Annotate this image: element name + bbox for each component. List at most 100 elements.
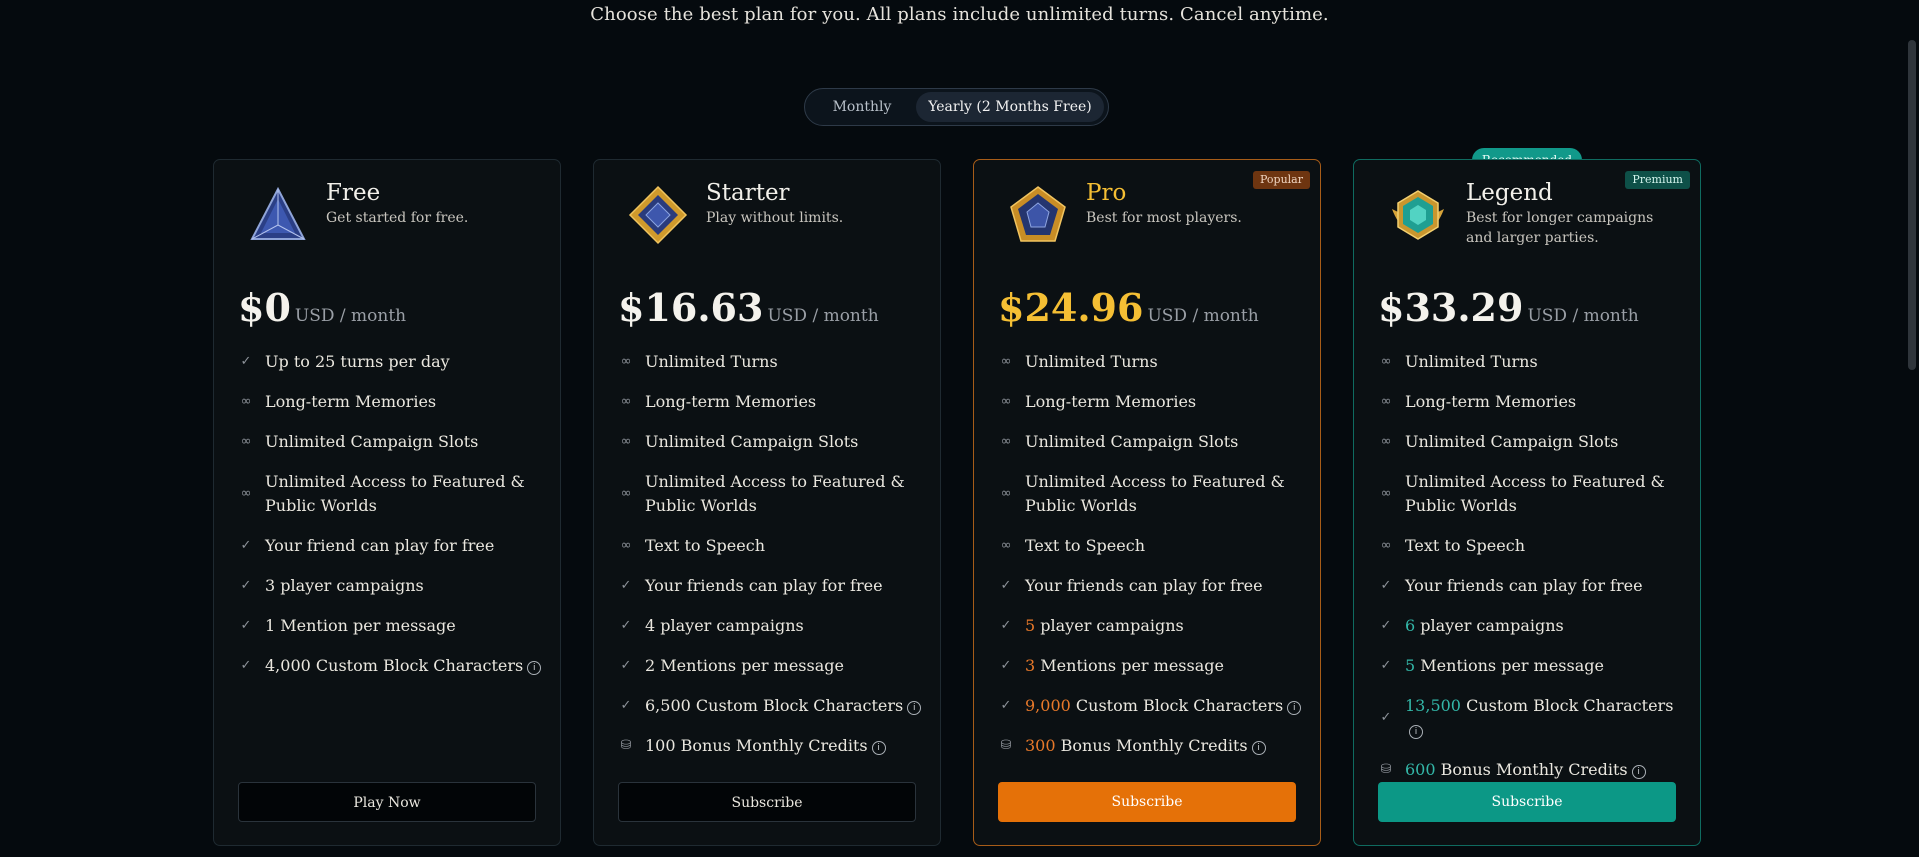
infinity-icon: ∞ (1000, 394, 1012, 409)
pentagon-gem-icon (1010, 186, 1066, 242)
feature-value: 6 (1405, 616, 1416, 635)
feature-item: ✓ 4 player campaigns (618, 614, 923, 638)
feature-item: ✓ 5 Mentions per message (1378, 654, 1683, 678)
check-icon: ✓ (620, 618, 632, 633)
feature-item: ∞ Unlimited Campaign Slots (238, 430, 543, 454)
plan-name: Legend (1466, 180, 1553, 206)
check-icon: ✓ (1000, 698, 1012, 713)
feature-item: ∞ Unlimited Turns (998, 350, 1303, 374)
coins-icon: ⛁ (1380, 762, 1392, 777)
page-subtitle: Choose the best plan for you. All plans … (590, 4, 1329, 25)
check-icon: ✓ (1380, 658, 1392, 673)
plan-tagline: Best for most players. (1086, 210, 1242, 226)
feature-item: ✓ Your friends can play for free (618, 574, 923, 598)
feature-item: ✓ 4,000 Custom Block Characters i (238, 654, 543, 678)
price-row: $33.29 USD / month (1378, 285, 1639, 330)
info-icon[interactable]: i (527, 661, 542, 675)
info-icon[interactable]: i (907, 701, 922, 715)
infinity-icon: ∞ (620, 538, 632, 553)
check-icon: ✓ (1000, 658, 1012, 673)
plan-name: Free (326, 180, 381, 206)
feature-list: ∞ Unlimited Turns ∞ Long-term Memories ∞ Un… (618, 350, 923, 774)
billing-toggle[interactable]: Monthly Yearly (2 Months Free) (804, 88, 1109, 126)
info-icon[interactable]: i (871, 741, 886, 755)
infinity-icon: ∞ (1000, 354, 1012, 369)
plan-tagline: Best for longer campaigns and larger par… (1466, 210, 1654, 246)
plan-card-free: Free Get started for free. $0 USD / month… (213, 159, 561, 846)
infinity-icon: ∞ (1000, 434, 1012, 449)
check-icon: ✓ (620, 698, 632, 713)
infinity-icon: ∞ (620, 354, 632, 369)
feature-item: ✓ 3 player campaigns (238, 574, 543, 598)
info-icon[interactable]: i (1287, 701, 1302, 715)
feature-item: ⛁ 100 Bonus Monthly Credits i (618, 734, 923, 758)
feature-list: ✓ Up to 25 turns per day ∞ Long-term Memor… (238, 350, 543, 694)
info-icon[interactable]: i (1631, 765, 1646, 779)
feature-item: ✓ 13,500 Custom Block Charactersi (1378, 694, 1683, 742)
feature-item: ∞ Unlimited Campaign Slots (998, 430, 1303, 454)
feature-item: ∞ Unlimited Access to Featured & Public W… (238, 470, 543, 518)
feature-item: ✓ Your friends can play for free (1378, 574, 1683, 598)
price-row: $0 USD / month (238, 285, 406, 330)
premium-badge: Premium (1625, 171, 1690, 189)
billing-monthly-option[interactable]: Monthly (809, 92, 915, 122)
feature-item: ∞ Text to Speech (618, 534, 923, 558)
feature-item: ∞ Unlimited Campaign Slots (618, 430, 923, 454)
plan-price: $0 (238, 285, 291, 330)
plan-tagline: Play without limits. (706, 210, 844, 226)
infinity-icon: ∞ (1380, 354, 1392, 369)
feature-item: ∞ Long-term Memories (1378, 390, 1683, 414)
plan-price: $16.63 (618, 285, 764, 330)
infinity-icon: ∞ (620, 434, 632, 449)
subscribe-button-starter[interactable]: Subscribe (618, 782, 916, 822)
infinity-icon: ∞ (240, 434, 252, 449)
feature-item: ✓ 3 Mentions per message (998, 654, 1303, 678)
infinity-icon: ∞ (620, 394, 632, 409)
scrollbar-thumb[interactable] (1908, 40, 1916, 370)
price-row: $24.96 USD / month (998, 285, 1259, 330)
check-icon: ✓ (240, 578, 252, 593)
billing-yearly-option[interactable]: Yearly (2 Months Free) (916, 92, 1104, 122)
subscribe-button-legend[interactable]: Subscribe (1378, 782, 1676, 822)
check-icon: ✓ (620, 578, 632, 593)
check-icon: ✓ (240, 354, 252, 369)
feature-item: ∞ Unlimited Access to Featured & Public W… (998, 470, 1303, 518)
feature-item: ✓ 2 Mentions per message (618, 654, 923, 678)
info-icon[interactable]: i (1251, 741, 1266, 755)
feature-item: ∞ Text to Speech (1378, 534, 1683, 558)
feature-value: 9,000 (1025, 696, 1071, 715)
subscribe-button-pro[interactable]: Subscribe (998, 782, 1296, 822)
infinity-icon: ∞ (1000, 538, 1012, 553)
feature-item: ✓ Up to 25 turns per day (238, 350, 543, 374)
check-icon: ✓ (1000, 578, 1012, 593)
winged-gem-icon (1392, 190, 1444, 240)
feature-item: ∞ Long-term Memories (618, 390, 923, 414)
feature-item: ✓ 9,000 Custom Block Characters i (998, 694, 1303, 718)
feature-value: 600 (1405, 760, 1436, 779)
price-period: USD / month (294, 306, 407, 326)
price-period: USD / month (1527, 306, 1639, 326)
check-icon: ✓ (240, 538, 252, 553)
feature-item: ∞ Unlimited Campaign Slots (1378, 430, 1683, 454)
plan-card-pro: Popular Pro Best for most players. $24.9… (973, 159, 1321, 846)
feature-value: 3 (1025, 656, 1036, 675)
feature-list: ∞ Unlimited Turns ∞ Long-term Memories ∞ Un… (998, 350, 1303, 774)
check-icon: ✓ (1380, 578, 1392, 593)
infinity-icon: ∞ (1380, 434, 1392, 449)
infinity-icon: ∞ (1000, 486, 1012, 501)
infinity-icon: ∞ (620, 486, 632, 501)
feature-item: ∞ Long-term Memories (998, 390, 1303, 414)
feature-item: ✓ 6 player campaigns (1378, 614, 1683, 638)
feature-value: 5 (1025, 616, 1036, 635)
feature-item: ✓ 6,500 Custom Block Characters i (618, 694, 923, 718)
feature-item: ∞ Unlimited Access to Featured & Public W… (618, 470, 923, 518)
infinity-icon: ∞ (240, 394, 252, 409)
feature-list: ∞ Unlimited Turns ∞ Long-term Memories ∞ Un… (1378, 350, 1683, 798)
feature-item: ✓ Your friends can play for free (998, 574, 1303, 598)
triangle-gem-icon (250, 186, 306, 240)
popular-badge: Popular (1252, 171, 1310, 189)
info-icon[interactable]: i (1409, 725, 1423, 739)
play-now-button[interactable]: Play Now (238, 782, 536, 822)
coins-icon: ⛁ (620, 738, 632, 753)
plan-name: Starter (706, 180, 790, 206)
